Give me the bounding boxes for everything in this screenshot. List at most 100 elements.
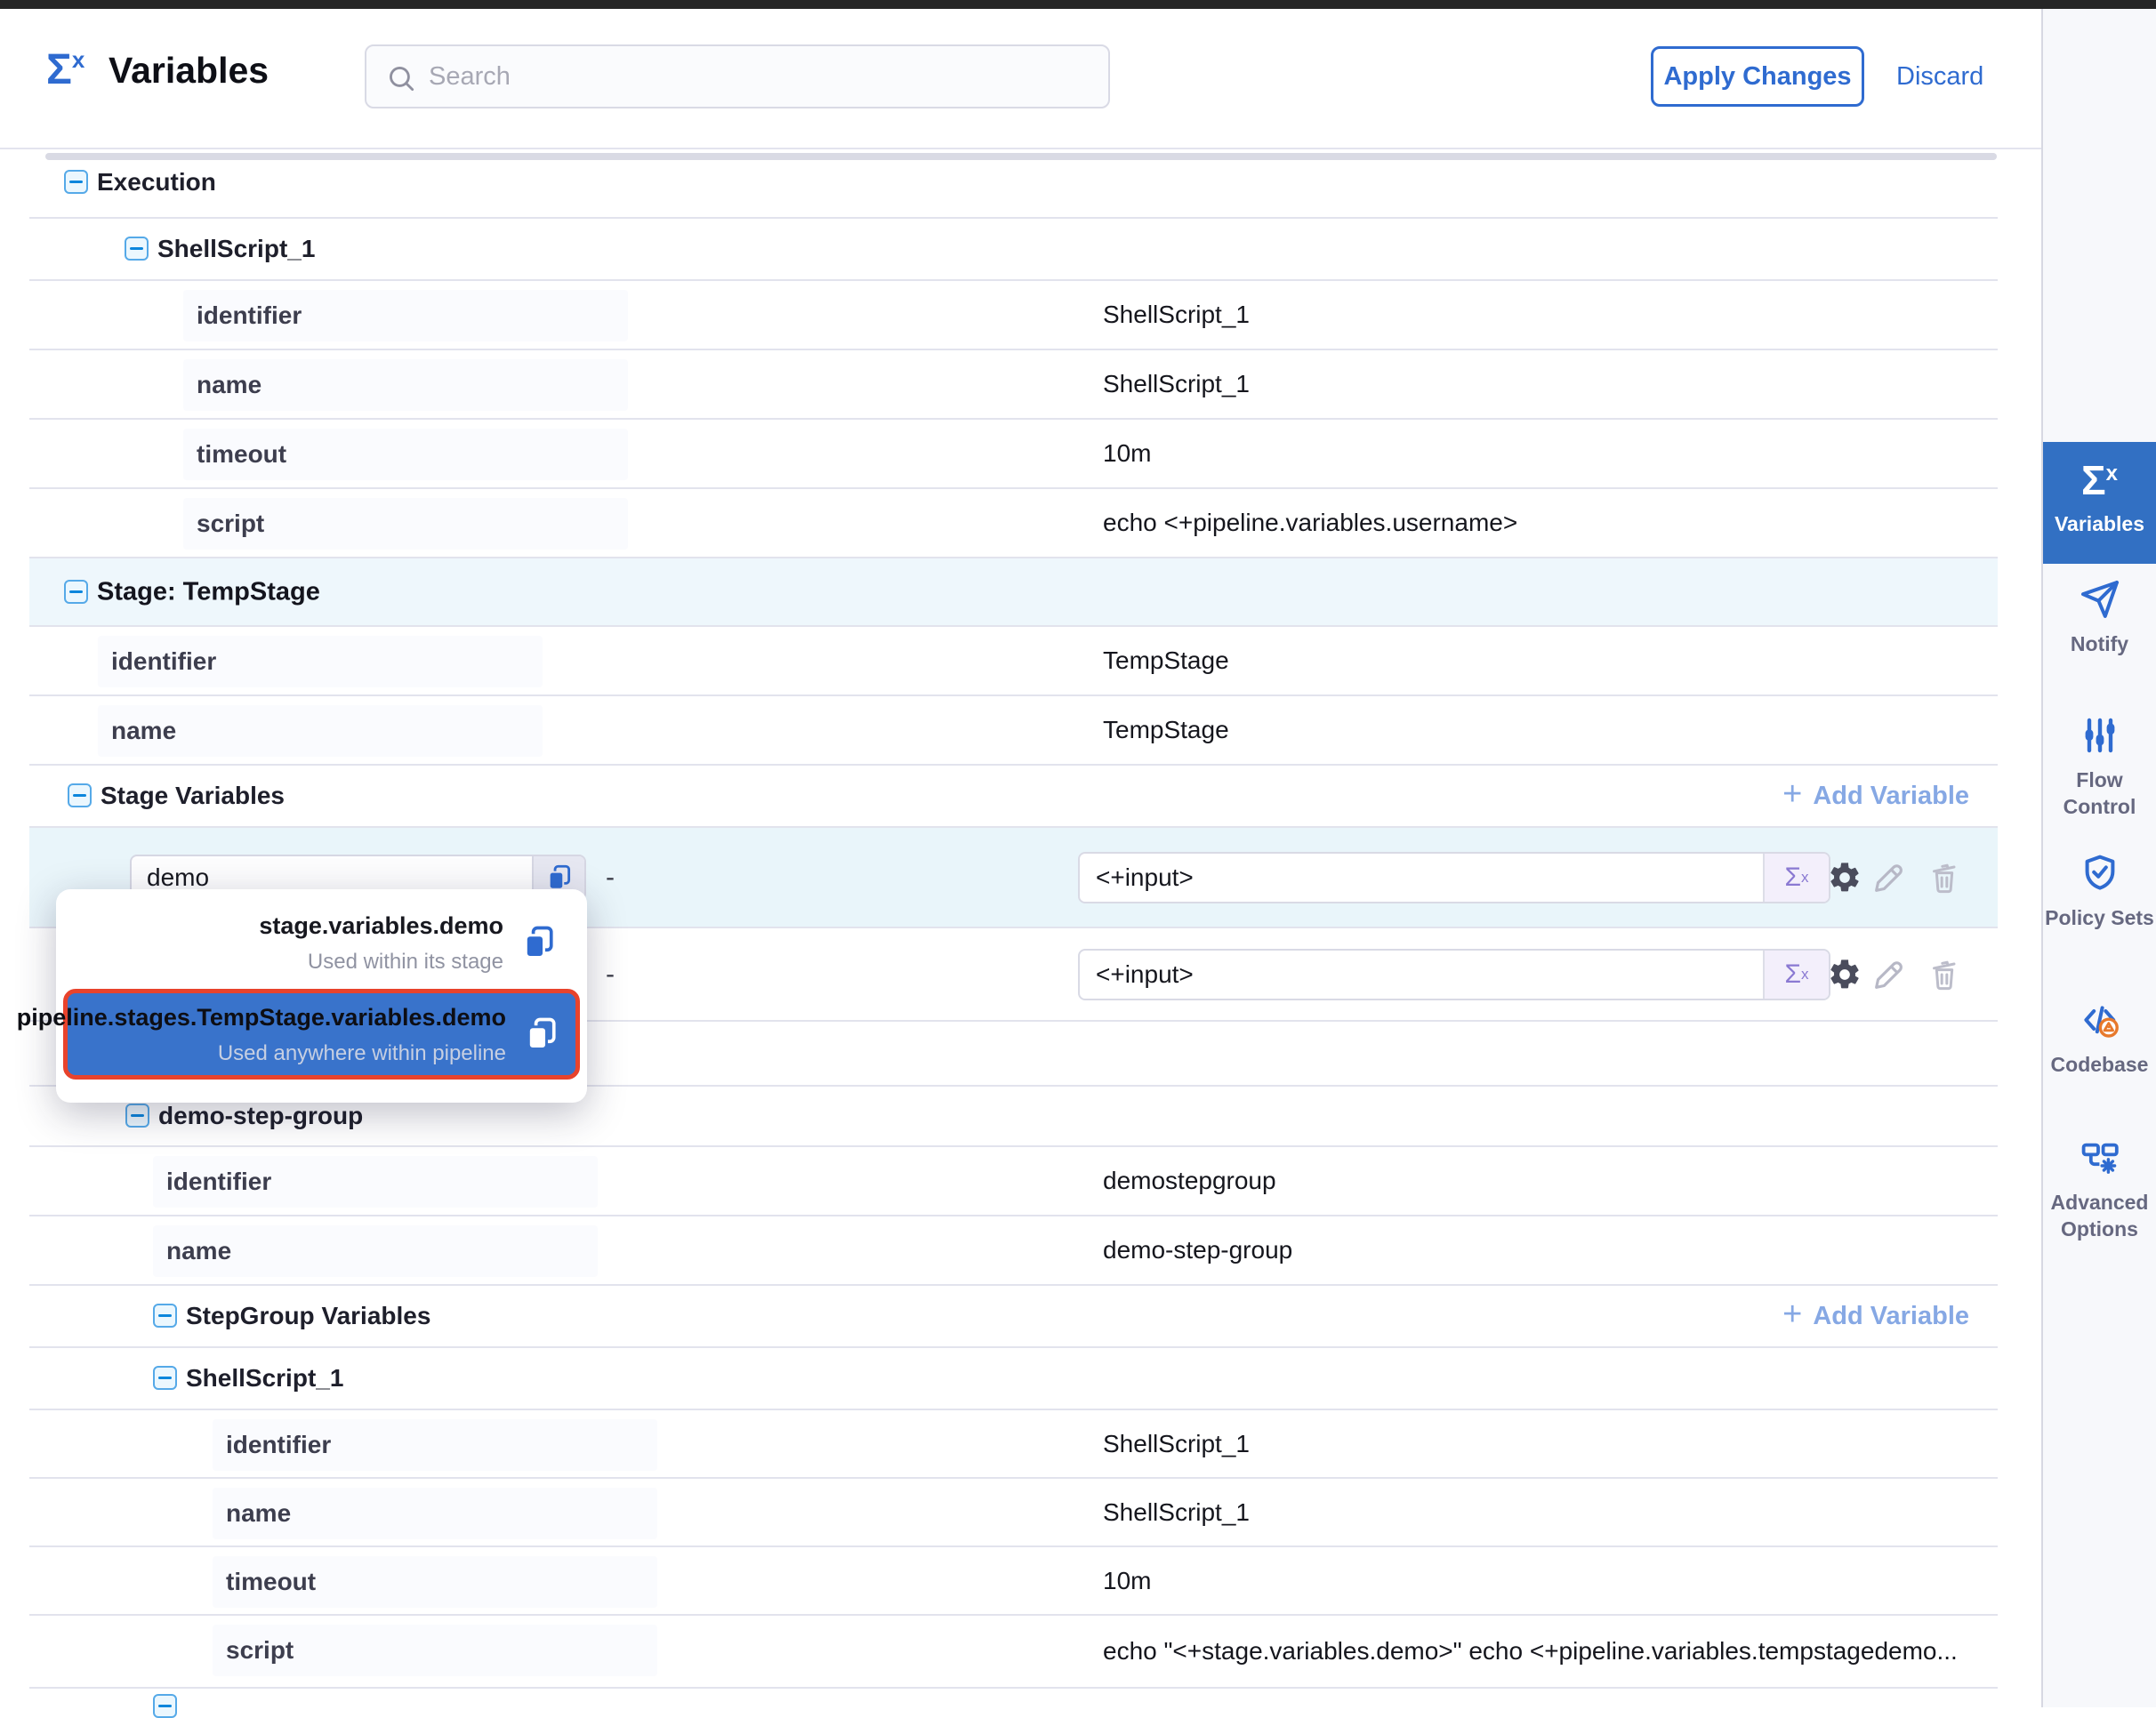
table-row-identifier: identifier ShellScript_1 <box>29 281 1998 350</box>
sidebar-tab-flow-control[interactable]: Flow Control <box>2043 714 2156 821</box>
variable-path-popup: stage.variables.demo Used within its sta… <box>56 889 587 1103</box>
table-row-Stage Variables: Stage Variables +Add Variable <box>29 766 1998 828</box>
copy-icon[interactable] <box>519 923 559 962</box>
key-field[interactable]: script <box>213 1625 657 1676</box>
tree-section-label: ShellScript_1 <box>186 1364 343 1393</box>
key-field[interactable]: identifier <box>153 1156 598 1208</box>
page-title: Variables <box>109 50 269 92</box>
settings-gear-icon[interactable] <box>1827 957 1862 992</box>
key-label: name <box>226 1499 291 1528</box>
value-text: ShellScript_1 <box>1103 370 1250 398</box>
key-field[interactable]: name <box>183 359 628 411</box>
search-icon <box>384 61 418 95</box>
delete-trash-icon[interactable] <box>1927 957 1962 992</box>
collapse-minus-icon[interactable] <box>64 580 88 604</box>
table-row-identifier: identifier ShellScript_1 <box>29 1410 1998 1479</box>
variable-value-text: <+input> <box>1080 854 1763 902</box>
value-text: ShellScript_1 <box>1103 301 1250 329</box>
tree-section-label: Execution <box>97 168 216 197</box>
edit-pencil-icon[interactable] <box>1871 860 1907 895</box>
code-warning-icon <box>2079 999 2121 1041</box>
expression-sigma-chip[interactable]: Σx <box>1763 951 1829 999</box>
key-label: name <box>166 1237 231 1265</box>
expression-sigma-chip[interactable]: Σx <box>1763 854 1829 902</box>
key-field[interactable]: timeout <box>213 1556 657 1608</box>
key-field[interactable]: name <box>98 705 543 757</box>
key-field[interactable]: identifier <box>98 636 543 687</box>
key-field[interactable]: identifier <box>213 1419 657 1471</box>
key-label: timeout <box>197 440 286 469</box>
value-text: TempStage <box>1103 716 1229 744</box>
key-label: name <box>111 717 176 745</box>
value-text: ShellScript_1 <box>1103 1430 1250 1458</box>
table-row-timeout: timeout 10m <box>29 420 1998 489</box>
popup-item-stage-scope[interactable]: stage.variables.demo Used within its sta… <box>70 902 573 983</box>
key-label: name <box>197 371 261 399</box>
variable-value-input[interactable]: <+input>Σx <box>1078 949 1830 1000</box>
collapse-minus-icon[interactable] <box>153 1304 177 1328</box>
popup-item-pipeline-scope[interactable]: pipeline.stages.TempStage.variables.demo… <box>63 989 580 1080</box>
value-text: 10m <box>1103 439 1151 468</box>
add-variable-button[interactable]: +Add Variable <box>1782 781 1969 811</box>
table-row-name: nameShellScript_1 <box>29 1479 1998 1547</box>
right-sidebar: Σx Variables Notify Flow Control Policy … <box>2041 9 2156 1707</box>
key-label: identifier <box>197 301 302 330</box>
plus-icon: + <box>1782 777 1802 811</box>
collapse-minus-icon[interactable] <box>153 1694 177 1718</box>
collapse-minus-icon[interactable] <box>125 237 149 261</box>
table-row-identifier: identifierdemostepgroup <box>29 1147 1998 1216</box>
sliders-icon <box>2079 714 2121 757</box>
key-field[interactable]: name <box>153 1225 598 1277</box>
collapse-minus-icon[interactable] <box>68 783 92 807</box>
add-variable-button[interactable]: +Add Variable <box>1782 1301 1969 1331</box>
key-label: identifier <box>226 1431 331 1459</box>
search-input[interactable]: Search <box>365 44 1110 108</box>
copy-icon[interactable] <box>522 1015 561 1054</box>
table-row-timeout: timeout 10m <box>29 1547 1998 1616</box>
key-field[interactable]: identifier <box>183 290 628 341</box>
horizontal-scrollbar[interactable] <box>45 153 1997 160</box>
key-label: script <box>226 1636 294 1665</box>
sigma-x-icon: Σx <box>2081 460 2118 501</box>
value-text: 10m <box>1103 1567 1151 1595</box>
variable-value-text: <+input> <box>1080 951 1763 999</box>
shield-check-icon <box>2079 852 2121 895</box>
tree-section-label: demo-step-group <box>158 1102 363 1130</box>
collapse-minus-icon[interactable] <box>64 170 88 194</box>
edit-pencil-icon[interactable] <box>1871 957 1907 992</box>
delete-trash-icon[interactable] <box>1927 860 1962 895</box>
sigma-x-icon: Σx <box>46 48 84 92</box>
value-text: TempStage <box>1103 646 1229 675</box>
table-row-ShellScript_1: ShellScript_1 <box>29 1348 1998 1410</box>
copy-icon <box>544 863 575 893</box>
collapse-minus-icon[interactable] <box>153 1366 177 1390</box>
table-row-Stage: TempStage: Stage: TempStage <box>29 558 1998 627</box>
value-text: echo <+pipeline.variables.username> <box>1103 509 1517 537</box>
table-row-StepGroup Variables: StepGroup Variables+Add Variable <box>29 1286 1998 1348</box>
sidebar-tab-advanced-options[interactable]: Advanced Options <box>2043 1136 2156 1243</box>
discard-button[interactable]: Discard <box>1896 46 1983 107</box>
key-label: script <box>197 510 264 538</box>
key-field[interactable]: name <box>213 1488 657 1539</box>
table-row-name: name TempStage <box>29 696 1998 766</box>
value-text: echo "<+stage.variables.demo>" echo <+pi… <box>1103 1637 1958 1666</box>
table-row-name: name ShellScript_1 <box>29 350 1998 420</box>
key-field[interactable]: timeout <box>183 429 628 480</box>
key-label: identifier <box>166 1168 271 1196</box>
table-row-name: name demo-step-group <box>29 1216 1998 1286</box>
settings-gear-icon[interactable] <box>1827 860 1862 895</box>
flow-gear-icon <box>2079 1136 2121 1179</box>
sidebar-tab-variables[interactable]: Σx Variables <box>2043 442 2156 564</box>
sidebar-tab-codebase[interactable]: Codebase <box>2043 999 2156 1079</box>
send-icon <box>2079 578 2121 621</box>
table-row-stub <box>29 1689 1998 1707</box>
sidebar-tab-notify[interactable]: Notify <box>2043 578 2156 658</box>
value-text: demo-step-group <box>1103 1236 1292 1264</box>
key-field[interactable]: script <box>183 498 628 550</box>
key-label: identifier <box>111 647 216 676</box>
collapse-minus-icon[interactable] <box>125 1104 149 1128</box>
sidebar-tab-policy-sets[interactable]: Policy Sets <box>2043 852 2156 932</box>
tree-section-label: Stage Variables <box>101 782 285 810</box>
variable-value-input[interactable]: <+input>Σx <box>1078 852 1830 903</box>
apply-changes-button[interactable]: Apply Changes <box>1651 46 1864 107</box>
